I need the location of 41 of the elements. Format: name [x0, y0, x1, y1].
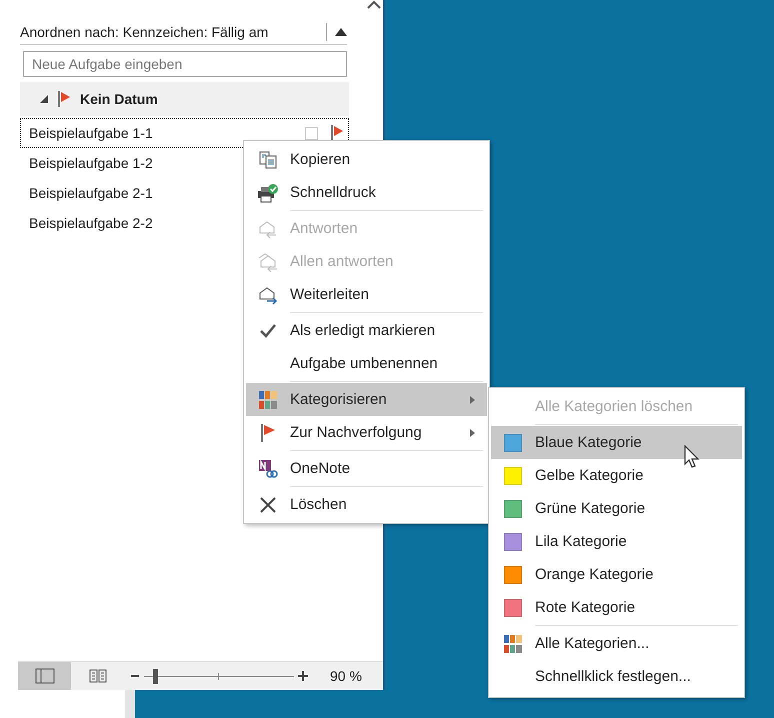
printer-icon	[257, 182, 279, 202]
reply-icon	[258, 218, 278, 238]
new-task-field[interactable]: Neue Aufgabe eingeben	[23, 51, 347, 77]
reply-all-icon	[258, 252, 278, 272]
zoom-level[interactable]: 90 %	[330, 668, 362, 684]
complete-checkbox[interactable]	[305, 126, 318, 140]
mouse-cursor-icon	[684, 445, 700, 469]
menu-item[interactable]: Blaue Kategorie	[491, 423, 742, 459]
book-icon	[88, 668, 106, 684]
onenote-icon	[258, 458, 278, 478]
zoom-in-icon[interactable]	[298, 671, 308, 681]
flag-icon	[260, 422, 276, 442]
menu-item[interactable]: Kategorisieren	[246, 380, 487, 416]
menu-item[interactable]: Schnellklick festlegen...	[491, 660, 742, 693]
menu-item[interactable]: Gelbe Kategorie	[491, 459, 742, 492]
menu-item[interactable]: Grüne Kategorie	[491, 492, 742, 525]
menu-item[interactable]: Orange Kategorie	[491, 558, 742, 591]
normal-view-button[interactable]	[18, 662, 71, 690]
delete-icon	[259, 496, 277, 514]
panel-layout-icon	[34, 668, 54, 684]
menu-item[interactable]: Weiterleiten	[246, 278, 487, 311]
menu-item[interactable]: Schnelldruck	[246, 176, 487, 209]
flag-icon	[57, 90, 71, 108]
flag-icon	[330, 124, 344, 142]
zoom-slider-thumb[interactable]	[152, 668, 158, 684]
scroll-up-icon[interactable]	[367, 0, 381, 9]
menu-item[interactable]: Lila Kategorie	[491, 525, 742, 558]
copy-icon	[258, 150, 278, 170]
group-header[interactable]: Kein Datum	[20, 82, 349, 116]
menu-item[interactable]: Zur Nachverfolgung	[246, 416, 487, 449]
checkmark-icon	[259, 322, 277, 338]
category-grid-icon	[259, 390, 277, 408]
arrange-by-label[interactable]: Anordnen nach: Kennzeichen: Fällig am	[20, 24, 318, 40]
collapse-triangle-icon[interactable]	[40, 95, 48, 103]
menu-item[interactable]: Rote Kategorie	[491, 591, 742, 624]
submenu-arrow-icon	[470, 428, 475, 436]
forward-icon	[258, 284, 278, 304]
menu-item[interactable]: Aufgabe umbenennen	[246, 347, 487, 380]
submenu-arrow-icon	[470, 396, 475, 404]
sort-arrow-icon[interactable]	[335, 28, 347, 36]
category-grid-icon	[504, 634, 522, 652]
